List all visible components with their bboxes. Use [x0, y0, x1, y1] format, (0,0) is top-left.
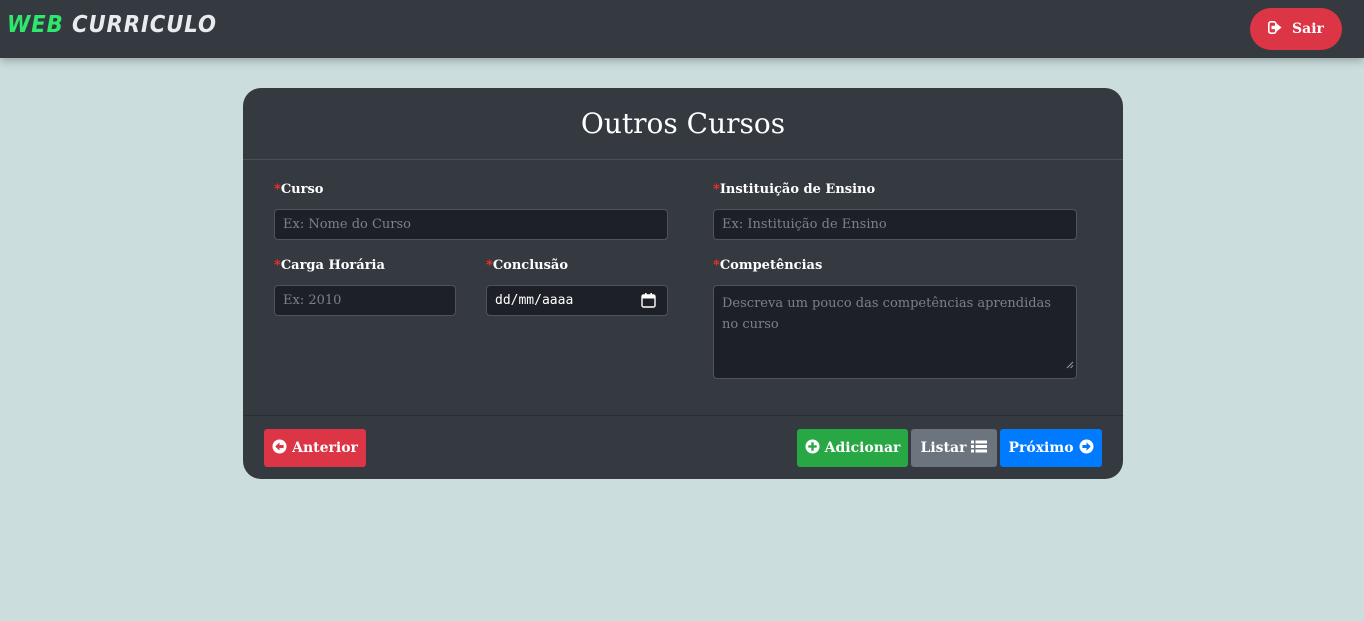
carga-horaria-placeholder: Ex: 2010 [283, 293, 342, 308]
required-marker: * [713, 258, 720, 273]
listar-label: Listar [920, 440, 967, 456]
conclusao-date-input[interactable]: dd/mm/aaaa [486, 285, 668, 316]
required-marker: * [486, 258, 493, 273]
conclusao-label: *Conclusão [486, 258, 568, 273]
listar-button[interactable]: Listar [911, 429, 997, 467]
required-marker: * [274, 182, 281, 197]
brand-logo[interactable]: WEB CURRICULO [7, 12, 217, 38]
sign-out-icon [1268, 20, 1282, 38]
proximo-label: Próximo [1008, 440, 1074, 456]
plus-circle-icon [805, 439, 820, 458]
required-marker: * [713, 182, 720, 197]
list-icon [971, 440, 988, 457]
card-header: Outros Cursos [243, 88, 1123, 160]
curso-label-text: Curso [280, 182, 324, 197]
anterior-label: Anterior [292, 440, 358, 456]
competencias-placeholder: Descreva um pouco das competências apren… [722, 296, 1051, 332]
carga-horaria-label-text: Carga Horária [280, 258, 385, 273]
navbar: WEB CURRICULO Sair [0, 0, 1364, 58]
curso-label: *Curso [274, 182, 323, 197]
conclusao-date-value: dd/mm/aaaa [495, 293, 574, 308]
card-footer: Anterior Adicionar Listar Próximo [243, 415, 1123, 479]
page-title: Outros Cursos [580, 107, 786, 140]
arrow-circle-right-icon [1079, 439, 1094, 458]
calendar-icon[interactable] [641, 293, 656, 312]
instituicao-placeholder: Ex: Instituição de Ensino [722, 217, 887, 232]
resize-grip-icon[interactable] [1066, 355, 1074, 376]
competencias-textarea[interactable]: Descreva um pouco das competências apren… [713, 285, 1077, 379]
anterior-button[interactable]: Anterior [264, 429, 366, 467]
carga-horaria-label: *Carga Horária [274, 258, 385, 273]
logout-label: Sair [1292, 21, 1324, 37]
carga-horaria-input[interactable]: Ex: 2010 [274, 285, 456, 316]
instituicao-label-text: Instituição de Ensino [719, 182, 876, 197]
logout-button[interactable]: Sair [1250, 8, 1342, 50]
competencias-label-text: Competências [719, 258, 823, 273]
instituicao-label: *Instituição de Ensino [713, 182, 875, 197]
required-marker: * [274, 258, 281, 273]
conclusao-label-text: Conclusão [492, 258, 569, 273]
adicionar-button[interactable]: Adicionar [797, 429, 908, 467]
instituicao-input[interactable]: Ex: Instituição de Ensino [713, 209, 1077, 240]
outros-cursos-card: Outros Cursos *Curso Ex: Nome do Curso *… [243, 88, 1123, 479]
arrow-circle-left-icon [272, 439, 287, 458]
curso-placeholder: Ex: Nome do Curso [283, 217, 412, 232]
competencias-label: *Competências [713, 258, 822, 273]
brand-part-web: WEB [7, 12, 64, 38]
adicionar-label: Adicionar [824, 440, 901, 456]
curso-input[interactable]: Ex: Nome do Curso [274, 209, 668, 240]
proximo-button[interactable]: Próximo [1000, 429, 1102, 467]
brand-part-curriculo: CURRICULO [71, 12, 217, 38]
